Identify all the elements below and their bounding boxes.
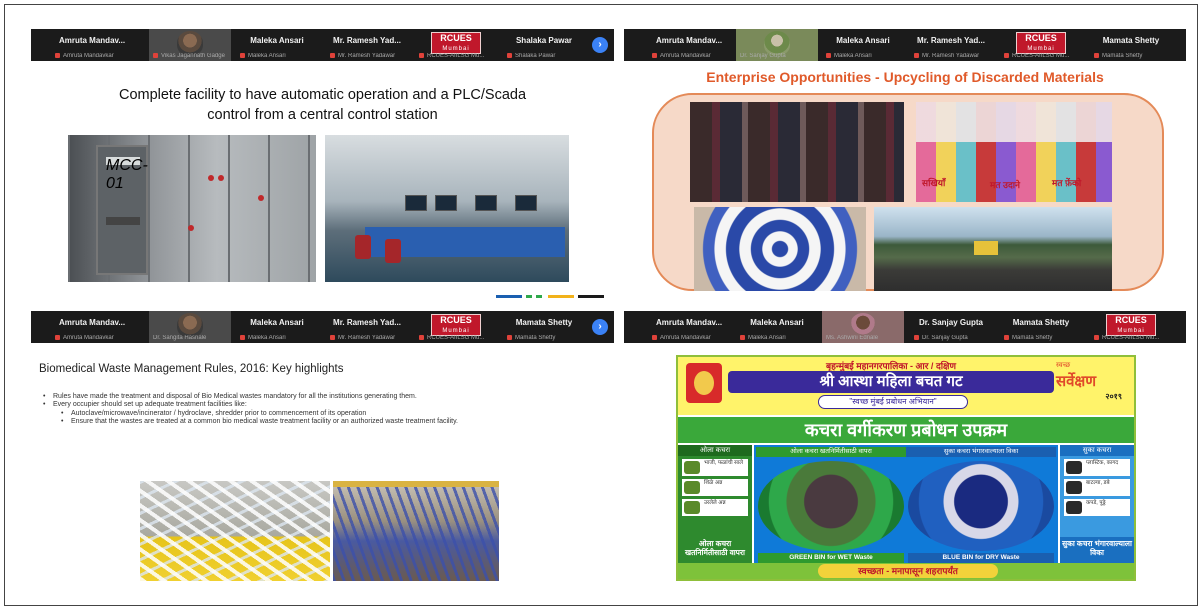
mic-muted-icon	[330, 334, 335, 340]
control-room-photo	[325, 135, 569, 282]
wet-waste-column: ओला कचरा भाजी, फळांची साले शिळे अन्न उरल…	[678, 445, 752, 565]
participant-video-tile[interactable]: Dr. Sangita Hasnale	[149, 311, 231, 343]
mic-muted-icon	[826, 52, 831, 58]
chevron-right-icon[interactable]: ›	[592, 37, 608, 53]
bullet-item: Rules have made the treatment and dispos…	[41, 393, 602, 402]
meeting-screenshot-upcycling: Amruta Mandav... Amruta Mandavkar Dr. Sa…	[624, 29, 1186, 301]
participant-video	[177, 31, 203, 55]
participant-logo-tile[interactable]: RCUES Mumbai RCUES-AIILSG Mu...	[1000, 29, 1082, 61]
mic-muted-icon	[652, 52, 657, 58]
mic-muted-icon	[55, 52, 60, 58]
green-bin-image	[758, 461, 904, 551]
participant-video	[850, 313, 876, 337]
sub-bullet-item: Autoclave/microwave/incinerator / hydroc…	[41, 410, 602, 419]
mic-muted-icon	[419, 334, 424, 340]
waste-segregation-poster: बृहन्मुंबई महानगरपालिका - आर / दक्षिण श्…	[676, 355, 1136, 581]
mic-muted-icon	[507, 334, 512, 340]
rcues-logo: RCUES Mumbai	[1016, 32, 1066, 54]
participant-tile[interactable]: Dr. Sanjay Gupta Dr. Sanjay Gupta	[910, 311, 992, 343]
mic-muted-icon	[914, 334, 919, 340]
slide-bullets: Rules have made the treatment and dispos…	[41, 393, 602, 427]
mic-muted-icon	[419, 52, 424, 58]
participant-tile[interactable]: Mamata Shetty Mamata Shetty	[1090, 29, 1172, 61]
participant-video	[764, 31, 790, 55]
poster-band: कचरा वर्गीकरण प्रबोधन उपक्रम	[678, 417, 1134, 443]
participant-tile[interactable]: Maleka Ansari Maleka Ansari	[236, 311, 318, 343]
mic-muted-icon	[153, 52, 158, 58]
chevron-right-icon[interactable]: ›	[592, 319, 608, 335]
participant-strip: Amruta Mandav... Amruta Mandavkar Maleka…	[624, 311, 1186, 343]
meeting-screenshot-plc-scada: Amruta Mandav... Amruta Mandavkar Vikas …	[31, 29, 614, 301]
participant-tile[interactable]: Mamata Shetty Mamata Shetty	[503, 311, 585, 343]
crochet-rug-photo	[694, 207, 866, 291]
mic-muted-icon	[740, 334, 745, 340]
participant-tile[interactable]: Maleka Ansari Maleka Ansari	[736, 311, 818, 343]
participant-tile[interactable]: Amruta Mandav... Amruta Mandavkar	[51, 311, 133, 343]
participant-video-tile[interactable]: Ms. Ashwini Ednale	[822, 311, 904, 343]
slide-progress	[496, 295, 606, 298]
electrical-cabinet-photo: MCC-01	[68, 135, 316, 282]
participant-strip: Amruta Mandav... Amruta Mandavkar Dr. Sa…	[624, 29, 1186, 61]
syringes-photo	[140, 481, 330, 581]
rcues-logo: RCUES Mumbai	[1106, 314, 1156, 336]
swachh-survekshan-badge: स्वच्छ सर्वेक्षण २०१९	[1056, 362, 1122, 401]
meeting-screenshot-biomedical: Amruta Mandav... Amruta Mandavkar Dr. Sa…	[31, 311, 614, 583]
participant-tile[interactable]: Amruta Mandav... Amruta Mandavkar	[648, 29, 730, 61]
dry-waste-column: सुका कचरा प्लास्टिक, कागद बाटल्या, डबे क…	[1060, 445, 1134, 565]
participant-logo-tile[interactable]: RCUES Mumbai RCUES-AIILSG Mu...	[415, 311, 497, 343]
slide-title: Biomedical Waste Management Rules, 2016:…	[39, 363, 344, 375]
participant-video-tile[interactable]: Dr. Sanjay Gupta	[736, 29, 818, 61]
patchwork-photo: सखियाँ मत उदाने मत फ़ेंको	[916, 102, 1112, 202]
mic-muted-icon	[914, 52, 919, 58]
mic-muted-icon	[1094, 334, 1099, 340]
medical-waste-dump-photo	[333, 481, 499, 581]
mic-muted-icon	[55, 334, 60, 340]
meeting-screenshot-waste-segregation: Amruta Mandav... Amruta Mandavkar Maleka…	[624, 311, 1186, 583]
participant-tile[interactable]: Mr. Ramesh Yad... Mr. Ramesh Yadawar	[910, 29, 992, 61]
participant-logo-tile[interactable]: RCUES Mumbai RCUES-AIILSG Mu...	[1090, 311, 1172, 343]
rcues-logo: RCUES Mumbai	[431, 314, 481, 336]
participant-tile[interactable]: Amruta Mandav... Amruta Mandavkar	[51, 29, 133, 61]
participant-logo-tile[interactable]: RCUES Mumbai RCUES-AIILSG Mu...	[415, 29, 497, 61]
participant-video	[177, 313, 203, 337]
participant-tile[interactable]: Mr. Ramesh Yad... Mr. Ramesh Yadawar	[326, 311, 408, 343]
bullet-item: Every occupier should set up adequate tr…	[41, 401, 602, 410]
slide-title: Complete facility to have automatic oper…	[118, 87, 527, 123]
participant-tile[interactable]: Mr. Ramesh Yad... Mr. Ramesh Yadawar	[326, 29, 408, 61]
participant-tile[interactable]: Maleka Ansari Maleka Ansari	[822, 29, 904, 61]
mic-muted-icon	[652, 334, 657, 340]
mic-muted-icon	[240, 334, 245, 340]
mic-muted-icon	[1004, 52, 1009, 58]
poster-footer: स्वच्छता - मनापासून शहरापर्यंत	[678, 563, 1134, 579]
poster-title: श्री आस्था महिला बचत गट	[728, 371, 1054, 393]
waste-yard-photo	[874, 207, 1112, 291]
participant-strip: Amruta Mandav... Amruta Mandavkar Vikas …	[31, 29, 614, 61]
participant-tile[interactable]: Shalaka Pawar Shalaka Pawar	[503, 29, 585, 61]
mic-muted-icon	[1004, 334, 1009, 340]
mic-muted-icon	[240, 52, 245, 58]
rcues-logo: RCUES Mumbai	[431, 32, 481, 54]
mic-muted-icon	[507, 52, 512, 58]
collage-frame: Amruta Mandav... Amruta Mandavkar Vikas …	[4, 4, 1198, 606]
participant-video-tile[interactable]: Vikas Jagannath Gadge	[149, 29, 231, 61]
blue-bin-image	[908, 461, 1054, 551]
mic-muted-icon	[1094, 52, 1099, 58]
mic-muted-icon	[330, 52, 335, 58]
slide-title: Enterprise Opportunities - Upcycling of …	[706, 69, 1104, 85]
sub-bullet-item: Ensure that the wastes are treated at a …	[41, 418, 602, 427]
upcycled-bags-photo	[690, 102, 904, 202]
participant-tile[interactable]: Mamata Shetty Mamata Shetty	[1000, 311, 1082, 343]
participant-tile[interactable]: Maleka Ansari Maleka Ansari	[236, 29, 318, 61]
bmc-emblem-icon	[686, 363, 722, 403]
participant-strip: Amruta Mandav... Amruta Mandavkar Dr. Sa…	[31, 311, 614, 343]
participant-tile[interactable]: Amruta Mandav... Amruta Mandavkar	[648, 311, 730, 343]
bins-area: ओला कचरा खतनिर्मितीसाठी वापरा सुका कचरा …	[754, 445, 1058, 565]
